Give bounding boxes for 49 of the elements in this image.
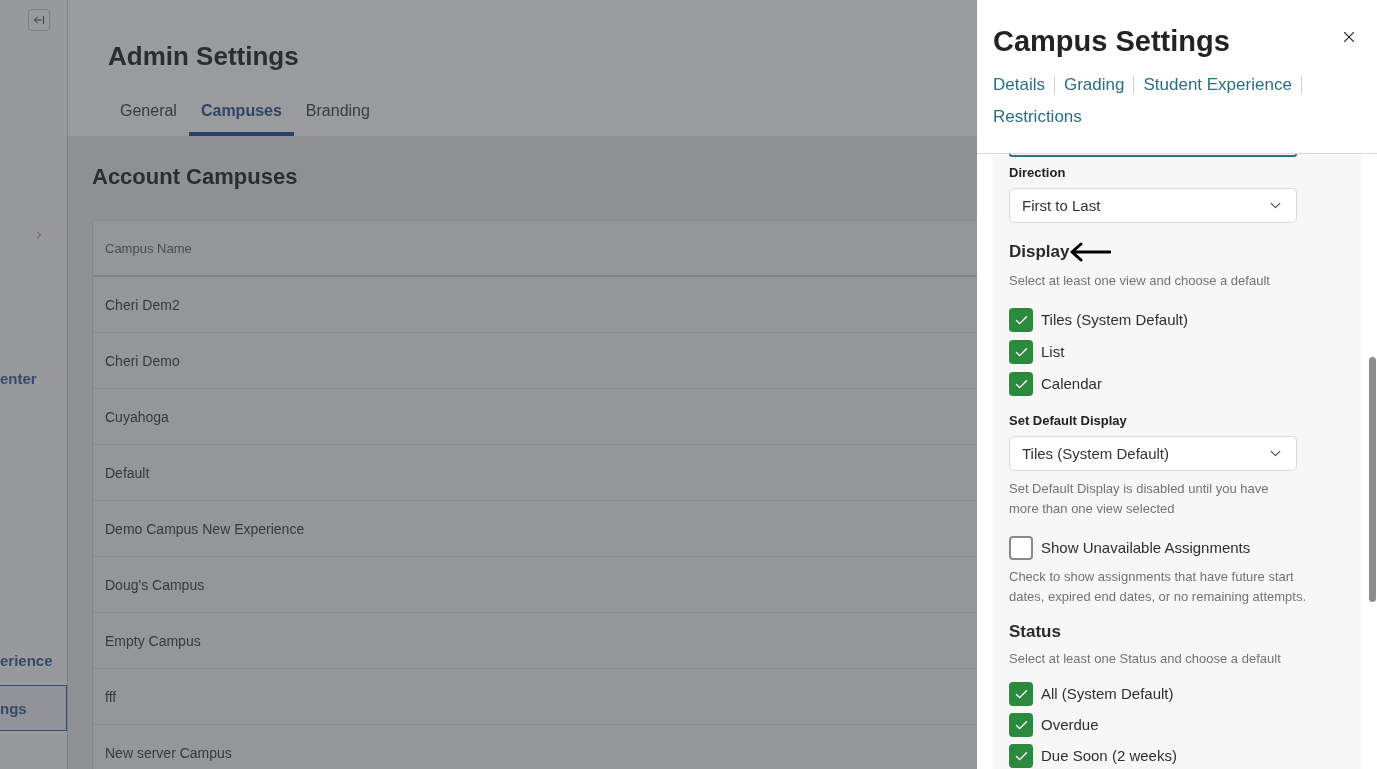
table-cell: Empty Campus: [93, 613, 977, 669]
checkbox[interactable]: [1009, 713, 1033, 737]
page-title: Admin Settings: [108, 40, 300, 72]
arrow-to-bar-icon: [33, 14, 45, 26]
hint-text: Select at least one view and choose a default: [1009, 272, 1271, 290]
sidebar-item[interactable]: enter: [0, 368, 67, 388]
table-cell: Cuyahoga: [93, 389, 977, 445]
checkbox-label[interactable]: Overdue: [1041, 715, 1099, 735]
sidebar-item[interactable]: erience: [0, 650, 67, 670]
section-link[interactable]: Restrictions: [993, 106, 1082, 128]
section-link[interactable]: Grading: [1063, 74, 1125, 96]
field-label: Set Default Display: [1009, 413, 1128, 429]
arrow-icon: [1069, 242, 1112, 262]
checkbox[interactable]: [1009, 340, 1033, 364]
section-heading: Display: [1009, 241, 1070, 263]
table-cell: Default: [93, 445, 977, 501]
collapse-button[interactable]: [28, 9, 50, 31]
checkbox-label[interactable]: Show Unavailable Assignments: [1041, 538, 1251, 558]
checkbox[interactable]: [1009, 372, 1033, 396]
section-heading: Status: [1009, 621, 1061, 643]
checkbox[interactable]: [1009, 682, 1033, 706]
scrollbar[interactable]: [1369, 357, 1376, 602]
table-cell: Cheri Demo: [93, 333, 977, 389]
checkbox-label[interactable]: Calendar: [1041, 374, 1102, 394]
section-title: Account Campuses: [92, 163, 299, 191]
tab[interactable]: General: [108, 90, 189, 136]
checkbox[interactable]: [1009, 744, 1033, 768]
help-text: Check to show assignments that have future start dates, expired end dates, or no remaining attempts.: [1009, 568, 1307, 606]
direction-select[interactable]: First to Last: [1009, 188, 1297, 223]
panel-title: Campus Settings: [993, 24, 1230, 59]
help-text: Set Default Display is disabled until you have more than one view selected: [1009, 480, 1270, 518]
checkbox-label[interactable]: List: [1041, 342, 1065, 362]
hint-text: Select at least one Status and choose a default: [1009, 650, 1282, 668]
checkbox-label[interactable]: Tiles (System Default): [1041, 310, 1188, 330]
checkbox-label[interactable]: All (System Default): [1041, 684, 1174, 704]
section-link[interactable]: Details: [993, 74, 1045, 96]
checkbox[interactable]: [1009, 308, 1033, 332]
tab[interactable]: Branding: [293, 90, 382, 136]
table-cell: fff: [93, 669, 977, 725]
table-cell: Cheri Dem2: [93, 277, 977, 333]
table-cell: Doug's Campus: [93, 557, 977, 613]
field-label: Direction: [1009, 165, 1067, 181]
checkbox-label[interactable]: Due Soon (2 weeks): [1041, 746, 1177, 766]
input-field[interactable]: [1009, 154, 1297, 157]
default-display-select[interactable]: Tiles (System Default): [1009, 436, 1297, 471]
section-link[interactable]: Student Experience: [1143, 74, 1292, 96]
table-cell: Demo Campus New Experience: [93, 501, 977, 557]
checkbox[interactable]: [1009, 536, 1033, 560]
column-header: Campus Name: [93, 221, 977, 277]
